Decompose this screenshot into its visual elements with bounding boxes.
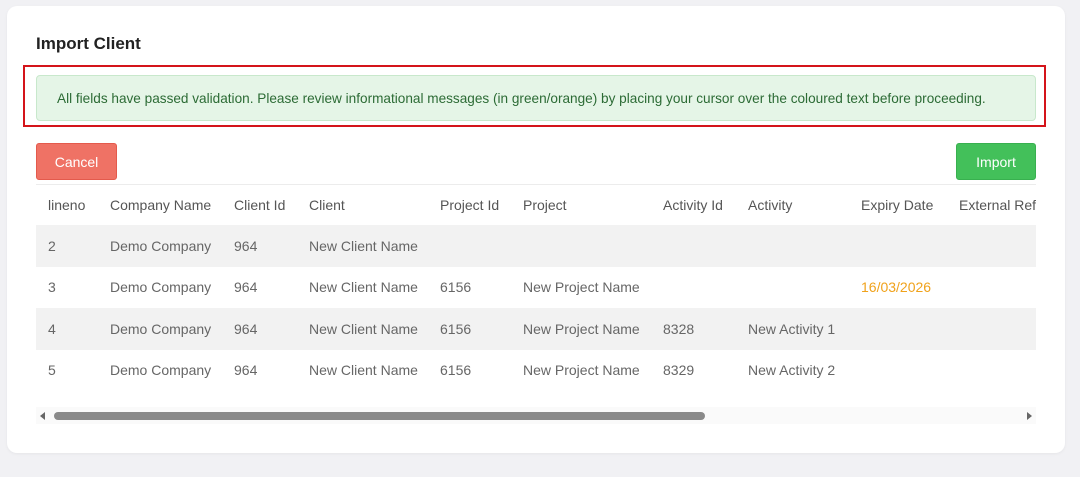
cell-company-name: Demo Company	[110, 279, 212, 296]
cell-client-id: 964	[234, 237, 258, 254]
cell-project-id: 6156	[440, 362, 472, 379]
cell-activity-id	[651, 225, 736, 267]
cell-lineno: 5	[48, 362, 56, 379]
cell-company-name: Demo Company	[110, 362, 212, 379]
cell-project-id: 6156	[440, 320, 472, 337]
cell-activity: New Activity 2	[748, 362, 836, 379]
column-header-expiry-date[interactable]: Expiry Date	[849, 185, 947, 225]
cell-lineno: 4	[48, 320, 56, 337]
cell-activity-id	[651, 267, 736, 309]
cell-expiry-date-warning[interactable]: 16/03/2026	[849, 267, 947, 309]
column-header-activity-id[interactable]: Activity Id	[651, 185, 736, 225]
table-row: 2 Demo Company 964 New Client Name	[36, 225, 1036, 267]
cell-activity: New Activity 1	[748, 320, 836, 337]
cell-external-ref	[947, 308, 1036, 350]
cell-project: New Project Name	[523, 362, 640, 379]
scrollbar-thumb[interactable]	[54, 412, 705, 420]
cell-client-id: 964	[234, 320, 258, 337]
cell-project-id	[428, 225, 511, 267]
cell-lineno: 3	[48, 279, 56, 296]
cell-company-name: Demo Company	[110, 320, 212, 337]
cell-project-id: 6156	[440, 279, 472, 296]
dialog-title: Import Client	[36, 34, 141, 53]
cell-activity	[736, 267, 849, 309]
table-header-row: lineno Company Name Client Id Client Pro…	[36, 185, 1036, 225]
cell-client: New Client Name	[309, 362, 418, 379]
import-client-dialog: Import Client All fields have passed val…	[7, 6, 1065, 453]
table-row: 5 Demo Company 964 New Client Name 6156 …	[36, 349, 1036, 392]
column-header-lineno[interactable]: lineno	[36, 185, 98, 225]
cell-activity	[736, 225, 849, 267]
cell-project: New Project Name	[523, 320, 640, 337]
cell-project: New Project Name	[523, 279, 640, 296]
import-button[interactable]: Import	[956, 143, 1036, 180]
import-preview-table: lineno Company Name Client Id Client Pro…	[36, 185, 1036, 391]
cell-client: New Client Name	[309, 320, 418, 337]
scroll-right-arrow-icon[interactable]	[1027, 412, 1032, 420]
cancel-button[interactable]: Cancel	[36, 143, 117, 180]
cell-external-ref	[947, 350, 1036, 392]
cell-expiry-date	[849, 308, 947, 350]
column-header-project-id[interactable]: Project Id	[428, 185, 511, 225]
cell-expiry-date	[849, 225, 947, 267]
horizontal-scrollbar[interactable]	[36, 407, 1036, 424]
column-header-company-name[interactable]: Company Name	[98, 185, 222, 225]
cell-lineno: 2	[48, 237, 56, 254]
column-header-external-ref[interactable]: External Ref	[947, 185, 1036, 225]
table-row: 4 Demo Company 964 New Client Name 6156 …	[36, 308, 1036, 350]
table-row: 3 Demo Company 964 New Client Name 6156 …	[36, 266, 1036, 309]
cell-project	[511, 225, 651, 267]
cell-external-ref	[947, 225, 1036, 267]
column-header-project[interactable]: Project	[511, 185, 651, 225]
cell-client-id: 964	[234, 362, 258, 379]
cell-expiry-date	[849, 350, 947, 392]
cell-activity-id: 8329	[663, 362, 695, 379]
column-header-client[interactable]: Client	[297, 185, 428, 225]
cell-company-name: Demo Company	[110, 237, 212, 254]
cell-client-id: 964	[234, 279, 258, 296]
column-header-activity[interactable]: Activity	[736, 185, 849, 225]
cell-external-ref	[947, 267, 1036, 309]
import-preview-table-container[interactable]: lineno Company Name Client Id Client Pro…	[36, 184, 1036, 410]
cell-activity-id: 8328	[663, 320, 695, 337]
cell-client: New Client Name	[309, 237, 418, 254]
cell-client: New Client Name	[309, 279, 418, 296]
validation-alert: All fields have passed validation. Pleas…	[36, 75, 1036, 121]
column-header-client-id[interactable]: Client Id	[222, 185, 297, 225]
scroll-left-arrow-icon[interactable]	[40, 412, 45, 420]
